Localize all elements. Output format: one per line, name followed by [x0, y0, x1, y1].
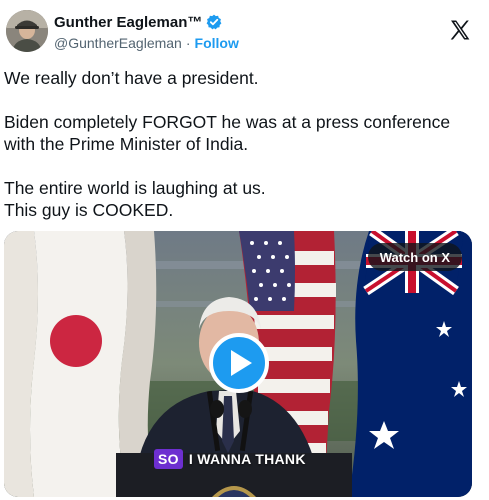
separator-dot: ·: [185, 35, 191, 51]
tweet-line: This guy is COOKED.: [4, 200, 174, 220]
watch-on-x-button[interactable]: Watch on X: [367, 243, 462, 271]
author-handle[interactable]: @GuntherEagleman: [54, 35, 182, 51]
x-logo-icon[interactable]: [448, 18, 472, 42]
tweet-header: Gunther Eagleman™ @GuntherEagleman · Fol…: [6, 10, 486, 56]
author-names: Gunther Eagleman™ @GuntherEagleman · Fol…: [54, 13, 239, 52]
caption-highlight-word: SO: [154, 449, 183, 469]
tweet-card: Gunther Eagleman™ @GuntherEagleman · Fol…: [0, 0, 489, 500]
display-name-row: Gunther Eagleman™: [54, 13, 239, 31]
video-caption: SO I WANNA THANK: [154, 449, 306, 469]
avatar[interactable]: [6, 10, 48, 52]
display-name[interactable]: Gunther Eagleman™: [54, 14, 202, 31]
caption-text: I WANNA THANK: [188, 451, 306, 467]
tweet-line: We really don’t have a president.: [4, 68, 259, 88]
tweet-line: with the Prime Minister of India.: [4, 134, 249, 154]
tweet-line: Biden completely FORGOT he was at a pres…: [4, 112, 451, 132]
play-button[interactable]: [209, 333, 269, 393]
tweet-line: The entire world is laughing at us.: [4, 178, 266, 198]
play-icon: [231, 350, 252, 376]
follow-button[interactable]: Follow: [195, 35, 239, 51]
tweet-text: We really don’t have a president. Biden c…: [4, 67, 474, 221]
verified-badge-icon: [206, 14, 222, 30]
handle-row: @GuntherEagleman · Follow: [54, 34, 239, 52]
video-player[interactable]: Watch on X SO I WANNA THANK: [4, 231, 472, 497]
